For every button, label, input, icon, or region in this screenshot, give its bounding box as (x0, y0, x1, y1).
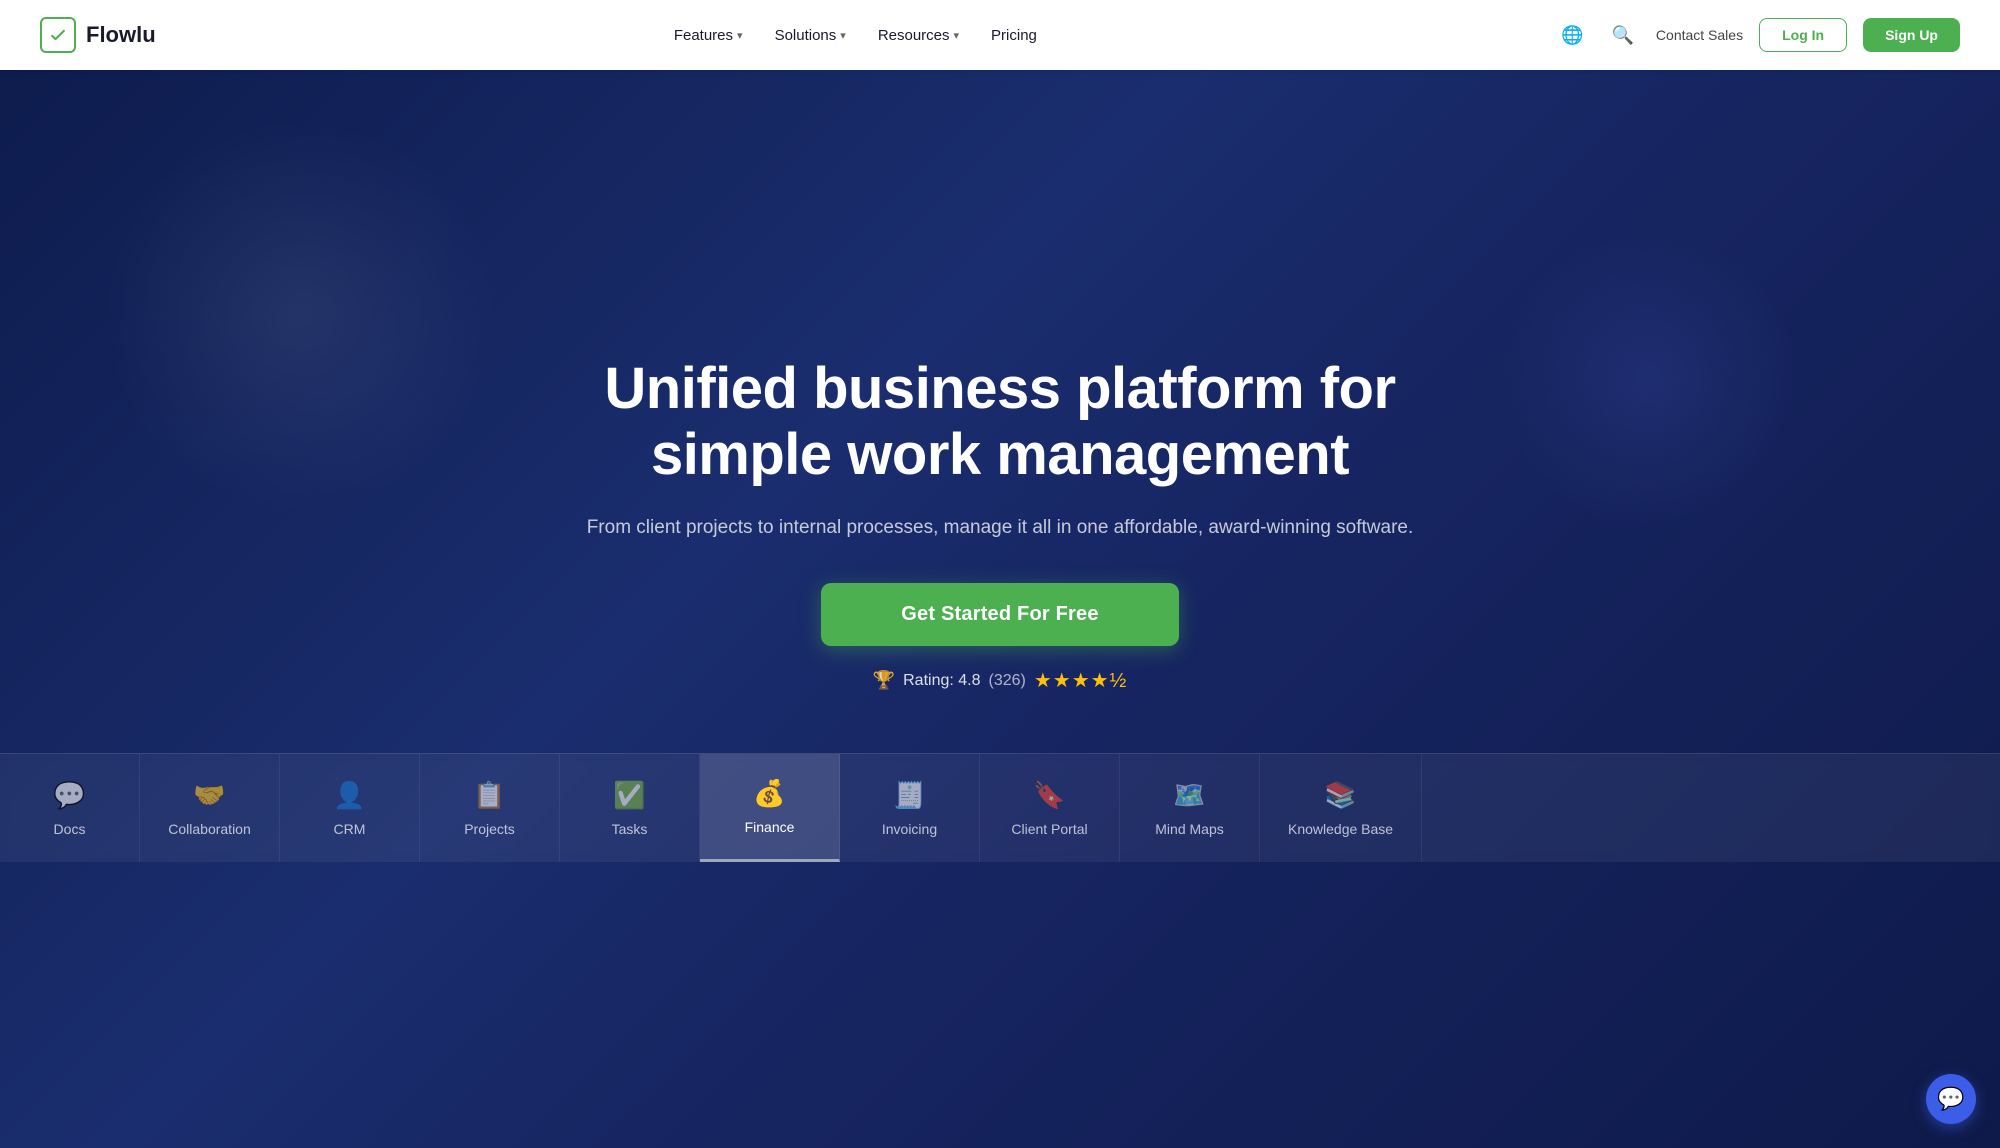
crm-label: CRM (334, 821, 366, 837)
search-icon[interactable]: 🔍 (1606, 19, 1640, 52)
feature-tabs: 💬 Docs 🤝 Collaboration 👤 CRM 📋 Projects … (0, 753, 2000, 862)
docs-label: Docs (54, 821, 86, 837)
nav-right: 🌐 🔍 Contact Sales Log In Sign Up (1555, 18, 1960, 52)
docs-icon: 💬 (53, 780, 85, 811)
client_portal-label: Client Portal (1011, 821, 1087, 837)
hero-rating: 🏆 Rating: 4.8 (326) ★★★★½ (570, 668, 1430, 693)
logo-text: Flowlu (86, 22, 156, 48)
tasks-label: Tasks (612, 821, 648, 837)
invoicing-label: Invoicing (882, 821, 937, 837)
feature-tab-collaboration[interactable]: 🤝 Collaboration (140, 754, 280, 862)
knowledge_base-label: Knowledge Base (1288, 821, 1393, 837)
projects-icon: 📋 (473, 780, 505, 811)
feature-tab-projects[interactable]: 📋 Projects (420, 754, 560, 862)
rating-stars: ★★★★½ (1034, 668, 1127, 693)
crm-icon: 👤 (333, 780, 365, 811)
feature-tab-client_portal[interactable]: 🔖 Client Portal (980, 754, 1120, 862)
capterra-icon: 🏆 (873, 670, 895, 691)
hero-section: Unified business platform for simple wor… (0, 0, 2000, 1148)
rating-count: (326) (989, 672, 1026, 690)
chevron-down-icon: ▾ (954, 29, 960, 42)
knowledge_base-icon: 📚 (1324, 780, 1356, 811)
feature-tab-invoicing[interactable]: 🧾 Invoicing (840, 754, 980, 862)
logo-icon (40, 17, 76, 53)
contact-sales-link[interactable]: Contact Sales (1656, 27, 1743, 43)
signup-button[interactable]: Sign Up (1863, 18, 1960, 52)
feature-tab-tasks[interactable]: ✅ Tasks (560, 754, 700, 862)
finance-label: Finance (745, 819, 795, 835)
collaboration-label: Collaboration (168, 821, 251, 837)
nav-pricing[interactable]: Pricing (979, 19, 1049, 52)
projects-label: Projects (464, 821, 515, 837)
tasks-icon: ✅ (613, 780, 645, 811)
feature-tab-finance[interactable]: 💰 Finance (700, 754, 840, 862)
cta-button[interactable]: Get Started For Free (821, 583, 1178, 646)
chat-widget[interactable]: 💬 (1926, 1074, 1976, 1124)
hero-title: Unified business platform for simple wor… (570, 356, 1430, 489)
globe-icon[interactable]: 🌐 (1555, 19, 1589, 52)
logo[interactable]: Flowlu (40, 17, 156, 53)
client_portal-icon: 🔖 (1033, 780, 1065, 811)
hero-subtitle: From client projects to internal process… (570, 513, 1430, 543)
login-button[interactable]: Log In (1759, 18, 1847, 52)
chevron-down-icon: ▾ (737, 29, 743, 42)
mind_maps-label: Mind Maps (1155, 821, 1223, 837)
feature-tab-mind_maps[interactable]: 🗺️ Mind Maps (1120, 754, 1260, 862)
mind_maps-icon: 🗺️ (1173, 780, 1205, 811)
collaboration-icon: 🤝 (193, 780, 225, 811)
feature-tab-crm[interactable]: 👤 CRM (280, 754, 420, 862)
feature-tab-knowledge_base[interactable]: 📚 Knowledge Base (1260, 754, 1422, 862)
finance-icon: 💰 (753, 778, 785, 809)
hero-content: Unified business platform for simple wor… (550, 356, 1450, 694)
nav-resources[interactable]: Resources ▾ (866, 19, 971, 52)
nav-links: Features ▾ Solutions ▾ Resources ▾ Prici… (662, 19, 1049, 52)
nav-solutions[interactable]: Solutions ▾ (763, 19, 858, 52)
nav-features[interactable]: Features ▾ (662, 19, 755, 52)
chevron-down-icon: ▾ (840, 29, 846, 42)
feature-tab-docs[interactable]: 💬 Docs (0, 754, 140, 862)
invoicing-icon: 🧾 (893, 780, 925, 811)
rating-text: Rating: 4.8 (903, 672, 980, 690)
navigation: Flowlu Features ▾ Solutions ▾ Resources … (0, 0, 2000, 70)
